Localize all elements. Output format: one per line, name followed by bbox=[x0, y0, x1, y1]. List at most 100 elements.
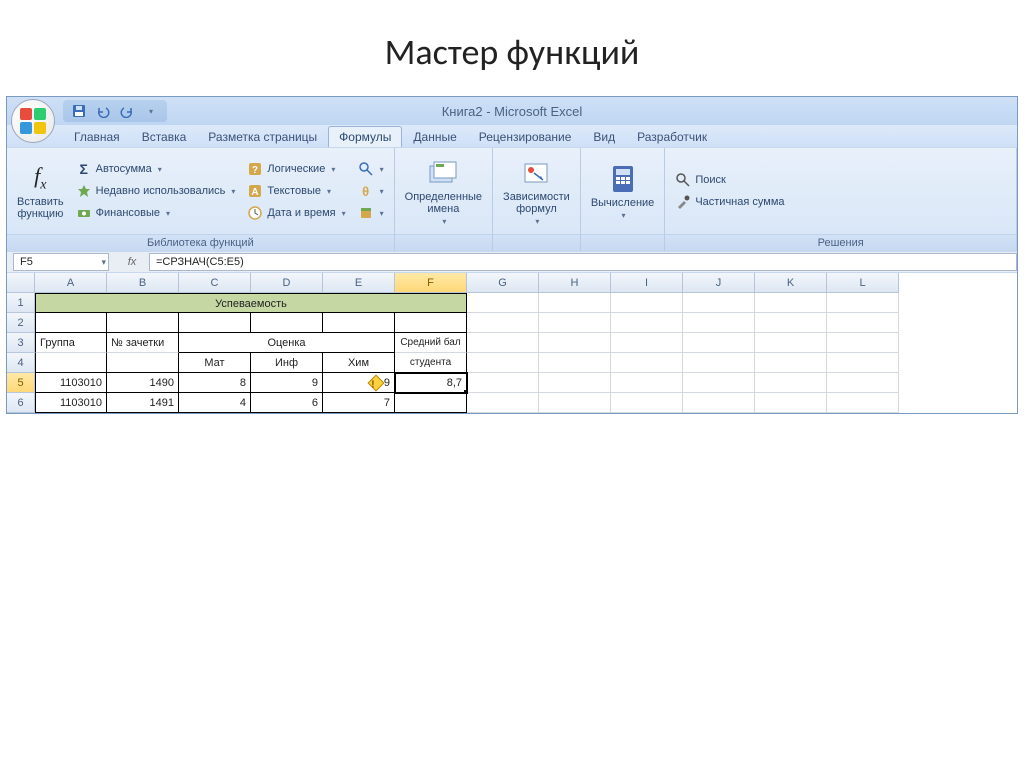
lookup-button[interactable]: ▾ bbox=[356, 160, 386, 178]
text-button[interactable]: A Текстовые▾ bbox=[245, 182, 347, 200]
cell[interactable] bbox=[395, 393, 467, 413]
cell[interactable] bbox=[755, 313, 827, 333]
formula-dependencies-button[interactable]: Зависимости формул ▾ bbox=[497, 150, 576, 232]
cell[interactable]: 9 bbox=[323, 373, 395, 393]
cell[interactable]: 8 bbox=[179, 373, 251, 393]
cell[interactable] bbox=[251, 313, 323, 333]
cell[interactable] bbox=[467, 333, 539, 353]
tab-formulas[interactable]: Формулы bbox=[328, 126, 402, 147]
cell[interactable] bbox=[755, 393, 827, 413]
tab-review[interactable]: Рецензирование bbox=[468, 126, 583, 147]
cell[interactable] bbox=[323, 313, 395, 333]
logical-button[interactable]: ? Логические▾ bbox=[245, 160, 347, 178]
cell-title[interactable]: Успеваемость bbox=[35, 293, 467, 313]
defined-names-button[interactable]: Определенные имена ▾ bbox=[399, 150, 488, 232]
cell-zach-hdr[interactable]: № зачетки bbox=[107, 333, 179, 353]
datetime-button[interactable]: Дата и время▾ bbox=[245, 204, 347, 222]
cell-avg-hdr[interactable]: Средний бал bbox=[395, 333, 467, 353]
cell[interactable]: 7 bbox=[323, 393, 395, 413]
column-header-G[interactable]: G bbox=[467, 273, 539, 293]
cell[interactable] bbox=[611, 313, 683, 333]
save-button[interactable] bbox=[69, 102, 89, 120]
column-header-F[interactable]: F bbox=[395, 273, 467, 293]
tab-view[interactable]: Вид bbox=[582, 126, 626, 147]
cell[interactable]: 1103010 bbox=[35, 373, 107, 393]
cell[interactable] bbox=[611, 353, 683, 373]
column-header-C[interactable]: C bbox=[179, 273, 251, 293]
calculation-button[interactable]: Вычисление ▾ bbox=[585, 150, 661, 232]
row-header-3[interactable]: 3 bbox=[7, 333, 35, 353]
tab-data[interactable]: Данные bbox=[402, 126, 467, 147]
cell-avg-hdr2[interactable]: студента bbox=[395, 353, 467, 373]
formula-input[interactable]: =СРЗНАЧ(C5:E5) bbox=[149, 253, 1017, 271]
cell[interactable] bbox=[827, 313, 899, 333]
redo-button[interactable] bbox=[117, 102, 137, 120]
cell[interactable] bbox=[683, 333, 755, 353]
financial-button[interactable]: Финансовые▾ bbox=[74, 204, 238, 222]
tab-page-layout[interactable]: Разметка страницы bbox=[197, 126, 328, 147]
cell[interactable] bbox=[35, 313, 107, 333]
tab-developer[interactable]: Разработчик bbox=[626, 126, 718, 147]
cell[interactable] bbox=[827, 333, 899, 353]
cell[interactable] bbox=[539, 353, 611, 373]
cell[interactable] bbox=[827, 293, 899, 313]
autosum-button[interactable]: Σ Автосумма▾ bbox=[74, 160, 238, 178]
row-header-1[interactable]: 1 bbox=[7, 293, 35, 313]
cell[interactable] bbox=[539, 333, 611, 353]
row-header-5[interactable]: 5 bbox=[7, 373, 35, 393]
fx-button[interactable]: fx bbox=[115, 256, 149, 268]
cell[interactable]: 4 bbox=[179, 393, 251, 413]
cell[interactable] bbox=[755, 353, 827, 373]
column-header-E[interactable]: E bbox=[323, 273, 395, 293]
column-header-B[interactable]: B bbox=[107, 273, 179, 293]
chevron-down-icon[interactable]: ▾ bbox=[101, 257, 106, 268]
cell[interactable] bbox=[611, 293, 683, 313]
cell[interactable] bbox=[539, 393, 611, 413]
column-header-K[interactable]: K bbox=[755, 273, 827, 293]
cell[interactable] bbox=[107, 353, 179, 373]
cell[interactable] bbox=[179, 313, 251, 333]
tab-insert[interactable]: Вставка bbox=[131, 126, 198, 147]
undo-button[interactable] bbox=[93, 102, 113, 120]
cell-active[interactable]: 8,7 bbox=[395, 373, 467, 393]
cell[interactable] bbox=[755, 333, 827, 353]
row-header-4[interactable]: 4 bbox=[7, 353, 35, 373]
column-header-I[interactable]: I bbox=[611, 273, 683, 293]
cell[interactable] bbox=[467, 353, 539, 373]
cell[interactable] bbox=[395, 313, 467, 333]
cell[interactable] bbox=[467, 293, 539, 313]
cell[interactable] bbox=[683, 373, 755, 393]
cell-inf-hdr[interactable]: Инф bbox=[251, 353, 323, 373]
cell[interactable]: 6 bbox=[251, 393, 323, 413]
recent-button[interactable]: Недавно использовались▾ bbox=[74, 182, 238, 200]
cell-mat-hdr[interactable]: Мат bbox=[179, 353, 251, 373]
cell[interactable]: 1103010 bbox=[35, 393, 107, 413]
cell[interactable] bbox=[755, 293, 827, 313]
cell[interactable] bbox=[755, 373, 827, 393]
cell[interactable] bbox=[539, 293, 611, 313]
cell[interactable] bbox=[683, 293, 755, 313]
column-header-D[interactable]: D bbox=[251, 273, 323, 293]
worksheet[interactable]: ABCDEFGHIJKL 1Успеваемость23Группа№ заче… bbox=[7, 273, 1017, 413]
cell-group-hdr[interactable]: Группа bbox=[35, 333, 107, 353]
cell[interactable] bbox=[683, 313, 755, 333]
cell[interactable] bbox=[539, 313, 611, 333]
cell[interactable] bbox=[107, 313, 179, 333]
qat-customize[interactable]: ▾ bbox=[141, 102, 161, 120]
cell[interactable] bbox=[467, 393, 539, 413]
cell-him-hdr[interactable]: Хим bbox=[323, 353, 395, 373]
error-icon[interactable] bbox=[367, 375, 384, 392]
name-box[interactable]: F5 ▾ bbox=[13, 253, 109, 271]
row-header-6[interactable]: 6 bbox=[7, 393, 35, 413]
search-button[interactable]: Поиск bbox=[673, 171, 786, 189]
cell[interactable] bbox=[611, 373, 683, 393]
office-button[interactable] bbox=[11, 99, 55, 143]
more-fn-button[interactable]: ▾ bbox=[356, 204, 386, 222]
cell[interactable] bbox=[827, 373, 899, 393]
insert-function-button[interactable]: fx Вставить функцию bbox=[11, 150, 70, 232]
column-header-H[interactable]: H bbox=[539, 273, 611, 293]
cell[interactable] bbox=[611, 393, 683, 413]
cell[interactable] bbox=[467, 373, 539, 393]
cell[interactable] bbox=[683, 353, 755, 373]
select-all-corner[interactable] bbox=[7, 273, 35, 293]
